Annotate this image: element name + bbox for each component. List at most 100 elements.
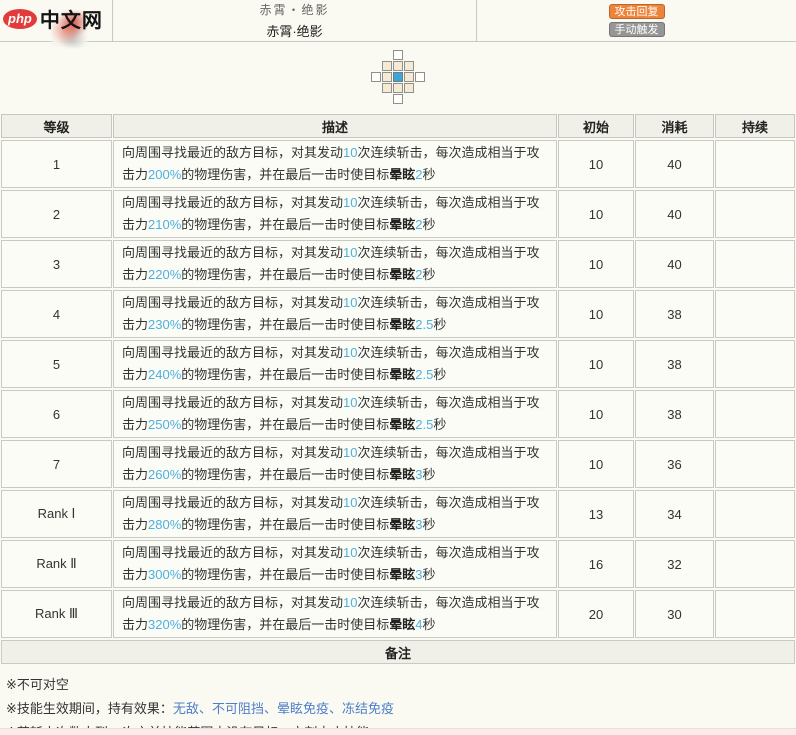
table-row: 4向周围寻找最近的敌方目标，对其发动10次连续斩击，每次造成相当于攻击力230%… — [1, 290, 795, 338]
text-segment: 的物理伤害，并在最后一击时使目标 — [181, 617, 389, 632]
description-cell: 向周围寻找最近的敌方目标，对其发动10次连续斩击，每次造成相当于攻击力280%的… — [113, 490, 557, 538]
initial-sp-cell: 10 — [558, 390, 634, 438]
duration-cell — [715, 290, 795, 338]
sp-cost-cell: 32 — [635, 540, 714, 588]
text-segment: 的物理伤害，并在最后一击时使目标 — [181, 567, 389, 582]
skill-value: 200% — [148, 167, 181, 182]
table-row: 2向周围寻找最近的敌方目标，对其发动10次连续斩击，每次造成相当于攻击力210%… — [1, 190, 795, 238]
text-segment: ※不可对空 — [6, 677, 69, 692]
status-keyword: 晕眩 — [389, 267, 415, 282]
range-tile-range-near — [393, 61, 403, 71]
duration-cell — [715, 540, 795, 588]
skill-badge-sp-charge-type[interactable]: 攻击回复 — [609, 4, 665, 19]
notes-section: ※不可对空※技能生效期间，持有效果：无敌、不可阻挡、晕眩免疫、冻结免疫※若斩击次… — [0, 666, 796, 735]
skill-value: 230% — [148, 317, 181, 332]
text-segment: 向周围寻找最近的敌方目标，对其发动 — [122, 395, 343, 410]
text-segment: 秒 — [423, 567, 436, 582]
skill-value: 10 — [343, 395, 357, 410]
skill-value: 4 — [415, 617, 422, 632]
description-cell: 向周围寻找最近的敌方目标，对其发动10次连续斩击，每次造成相当于攻击力320%的… — [113, 590, 557, 638]
text-segment: 向周围寻找最近的敌方目标，对其发动 — [122, 445, 343, 460]
skill-value: 10 — [343, 495, 357, 510]
note-line: ※技能生效期间，持有效果：无敌、不可阻挡、晕眩免疫、冻结免疫 — [6, 697, 790, 721]
text-segment: 的物理伤害，并在最后一击时使目标 — [181, 267, 389, 282]
skill-value: 10 — [343, 295, 357, 310]
text-segment: 的物理伤害，并在最后一击时使目标 — [181, 317, 389, 332]
skill-value: 2.5 — [415, 367, 433, 382]
level-cell: 1 — [1, 140, 112, 188]
effect-link[interactable]: 不可阻挡 — [212, 701, 264, 716]
description-cell: 向周围寻找最近的敌方目标，对其发动10次连续斩击，每次造成相当于攻击力220%的… — [113, 240, 557, 288]
text-segment: 秒 — [423, 617, 436, 632]
skill-header-row: 赤霄・绝影 赤霄·绝影 攻击回复手动触发 — [0, 0, 796, 42]
text-segment: 向周围寻找最近的敌方目标，对其发动 — [122, 345, 343, 360]
duration-cell — [715, 240, 795, 288]
text-segment: 、 — [199, 701, 212, 716]
range-tile-range-tip — [371, 72, 381, 82]
effect-link[interactable]: 无敌 — [173, 701, 199, 716]
description-cell: 向周围寻找最近的敌方目标，对其发动10次连续斩击，每次造成相当于攻击力240%的… — [113, 340, 557, 388]
range-tile-range-near — [393, 83, 403, 93]
initial-sp-cell: 16 — [558, 540, 634, 588]
text-segment: 秒 — [423, 217, 436, 232]
range-tile-range-near — [404, 72, 414, 82]
skill-badge-trigger-type[interactable]: 手动触发 — [609, 22, 665, 37]
level-cell: Rank Ⅲ — [1, 590, 112, 638]
level-cell: Rank Ⅰ — [1, 490, 112, 538]
range-grid — [371, 50, 425, 104]
status-keyword: 晕眩 — [389, 317, 415, 332]
range-tile-range-near — [404, 83, 414, 93]
text-segment: 的物理伤害，并在最后一击时使目标 — [181, 517, 389, 532]
table-row: Rank Ⅱ向周围寻找最近的敌方目标，对其发动10次连续斩击，每次造成相当于攻击… — [1, 540, 795, 588]
initial-sp-cell: 13 — [558, 490, 634, 538]
skill-value: 10 — [343, 595, 357, 610]
skill-value: 10 — [343, 445, 357, 460]
initial-sp-cell: 10 — [558, 240, 634, 288]
skill-value: 260% — [148, 467, 181, 482]
duration-cell — [715, 340, 795, 388]
text-segment: 、 — [329, 701, 342, 716]
table-row: 6向周围寻找最近的敌方目标，对其发动10次连续斩击，每次造成相当于攻击力250%… — [1, 390, 795, 438]
level-cell: 5 — [1, 340, 112, 388]
page: 赤霄・绝影 赤霄·绝影 攻击回复手动触发 php 中文网 等级描述初始消耗持续 … — [0, 0, 796, 735]
table-row: 3向周围寻找最近的敌方目标，对其发动10次连续斩击，每次造成相当于攻击力220%… — [1, 240, 795, 288]
status-keyword: 晕眩 — [389, 167, 415, 182]
status-keyword: 晕眩 — [389, 467, 415, 482]
skill-table: 等级描述初始消耗持续 1向周围寻找最近的敌方目标，对其发动10次连续斩击，每次造… — [0, 112, 796, 666]
skill-value: 10 — [343, 345, 357, 360]
sp-cost-cell: 38 — [635, 340, 714, 388]
initial-sp-cell: 10 — [558, 440, 634, 488]
skill-value: 10 — [343, 145, 357, 160]
range-tile-range-near — [382, 61, 392, 71]
site-logo[interactable]: php 中文网 — [3, 4, 103, 33]
effect-link[interactable]: 冻结免疫 — [342, 701, 394, 716]
skill-value: 2 — [415, 167, 422, 182]
text-segment: 秒 — [423, 267, 436, 282]
column-header: 初始 — [558, 114, 634, 138]
level-cell: 2 — [1, 190, 112, 238]
level-cell: 6 — [1, 390, 112, 438]
text-segment: 秒 — [423, 167, 436, 182]
text-segment: 向周围寻找最近的敌方目标，对其发动 — [122, 595, 343, 610]
sp-cost-cell: 40 — [635, 140, 714, 188]
status-keyword: 晕眩 — [389, 617, 415, 632]
skill-value: 2 — [415, 267, 422, 282]
level-cell: Rank Ⅱ — [1, 540, 112, 588]
initial-sp-cell: 20 — [558, 590, 634, 638]
sp-cost-cell: 40 — [635, 240, 714, 288]
text-segment: 的物理伤害，并在最后一击时使目标 — [181, 367, 389, 382]
text-segment: 向周围寻找最近的敌方目标，对其发动 — [122, 495, 343, 510]
effect-link[interactable]: 晕眩免疫 — [277, 701, 329, 716]
text-segment: 向周围寻找最近的敌方目标，对其发动 — [122, 245, 343, 260]
table-row: 5向周围寻找最近的敌方目标，对其发动10次连续斩击，每次造成相当于攻击力240%… — [1, 340, 795, 388]
range-tile-range-near — [382, 72, 392, 82]
status-keyword: 晕眩 — [389, 217, 415, 232]
skill-value: 10 — [343, 245, 357, 260]
text-segment: 的物理伤害，并在最后一击时使目标 — [181, 217, 389, 232]
description-cell: 向周围寻找最近的敌方目标，对其发动10次连续斩击，每次造成相当于攻击力250%的… — [113, 390, 557, 438]
skill-value: 2.5 — [415, 417, 433, 432]
duration-cell — [715, 490, 795, 538]
status-keyword: 晕眩 — [389, 417, 415, 432]
range-grid-area — [0, 42, 796, 112]
description-cell: 向周围寻找最近的敌方目标，对其发动10次连续斩击，每次造成相当于攻击力210%的… — [113, 190, 557, 238]
